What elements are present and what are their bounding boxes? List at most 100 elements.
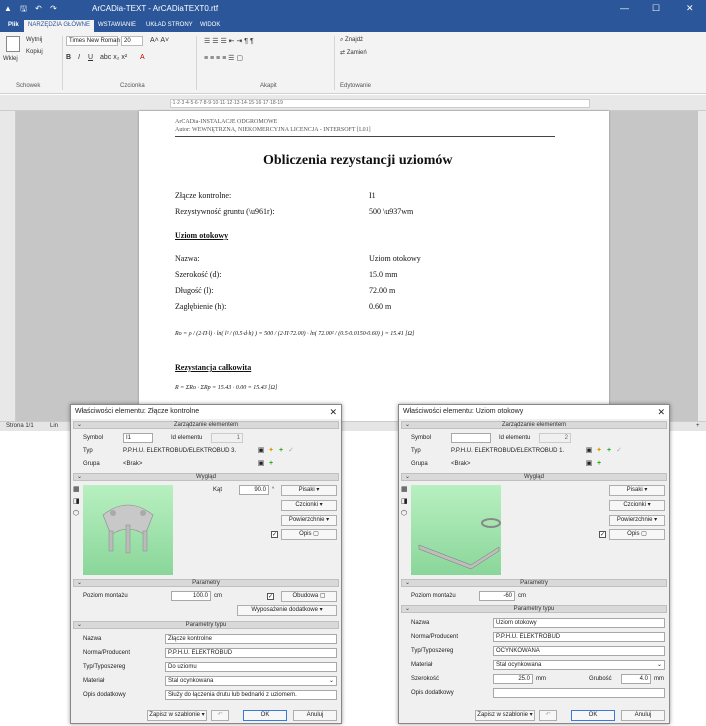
check-icon[interactable]: ✓ <box>615 447 623 455</box>
angle-input[interactable]: 90.0 <box>239 485 269 495</box>
section-view[interactable]: ⌄ Wygląd <box>73 473 339 481</box>
add-icon[interactable]: + <box>277 447 285 455</box>
paste-button[interactable]: Wklej <box>3 56 18 62</box>
ok-button[interactable]: OK <box>243 710 287 721</box>
type-series-input[interactable]: Do uziomu <box>165 662 337 672</box>
description-button[interactable]: Opis ▢ <box>281 529 337 540</box>
tab-home[interactable]: NARZĘDZIA GŁÓWNE <box>24 20 95 32</box>
tab-view[interactable]: WIDOK <box>196 20 224 32</box>
norm-input[interactable]: P.P.H.U. ELEKTROBUD <box>165 648 337 658</box>
equipment-dropdown[interactable]: Wyposażenie dodatkowe ▾ <box>237 605 337 616</box>
undo-button[interactable]: ↶ <box>211 710 229 721</box>
lightbulb-icon[interactable]: ✦ <box>595 447 603 455</box>
doc-row-value: 72.00 m <box>369 286 396 295</box>
tab-insert[interactable]: WSTAWIANIE <box>94 20 140 32</box>
section-parameters[interactable]: ⌄ Parametry <box>401 579 667 587</box>
catalog-icon[interactable]: ▣ <box>585 447 593 455</box>
view-3d-icon[interactable]: ▦ <box>73 485 81 493</box>
fonts-dropdown[interactable]: Czcionki ▾ <box>281 500 337 511</box>
tab-layout[interactable]: UKŁAD STRONY <box>142 20 197 32</box>
section-type-parameters[interactable]: ⌄ Parametry typu <box>73 621 339 629</box>
section-parameters[interactable]: ⌄ Parametry <box>73 579 339 587</box>
catalog-icon[interactable]: ▣ <box>585 460 593 468</box>
surfaces-dropdown[interactable]: Powierzchnie ▾ <box>609 515 665 526</box>
font-name-select[interactable]: Times New Roman <box>66 36 120 46</box>
strike-subscript-icon[interactable]: abc x₂ x² <box>100 54 127 61</box>
pens-dropdown[interactable]: Pisaki ▾ <box>609 485 665 496</box>
font-grow-icon[interactable]: A˄ A˅ <box>150 37 169 44</box>
vertical-ruler[interactable] <box>0 111 16 421</box>
width-input[interactable]: 25.0 <box>493 674 533 684</box>
section-management[interactable]: ⌄ Zarządzanie elementem <box>401 421 667 429</box>
font-color-icon[interactable]: A <box>140 54 145 61</box>
minimize-button[interactable]: — <box>620 3 629 13</box>
dialog-close-button[interactable]: ✕ <box>329 407 337 418</box>
description-checkbox[interactable]: ✓ <box>599 531 606 538</box>
copy-button[interactable]: Kopiuj <box>26 49 43 55</box>
ok-button[interactable]: OK <box>571 710 615 721</box>
name-input[interactable]: Złącze kontrolne <box>165 634 337 644</box>
add-icon[interactable]: + <box>595 460 603 468</box>
paste-icon[interactable] <box>6 36 20 52</box>
material-select[interactable]: Stal ocynkowana ⌄ <box>493 660 665 670</box>
extra-description-input[interactable]: Służy do łączenia drutu lub bednarki z u… <box>165 690 337 700</box>
symbol-input[interactable]: I1 <box>123 433 153 443</box>
find-button[interactable]: ⌕ Znajdź <box>340 37 363 44</box>
view-2d-icon[interactable]: ◨ <box>73 497 81 505</box>
surfaces-dropdown[interactable]: Powierzchnie ▾ <box>281 515 337 526</box>
align-icons[interactable]: ≡ ≡ ≡ ≡ ☰ ▢ <box>204 54 243 62</box>
close-button[interactable]: ✕ <box>686 3 694 14</box>
fonts-dropdown[interactable]: Czcionki ▾ <box>609 500 665 511</box>
save-template-dropdown[interactable]: Zapisz w szablonie ▾ <box>147 710 207 721</box>
vertical-scrollbar[interactable] <box>698 111 706 421</box>
view-2d-icon[interactable]: ◨ <box>401 497 409 505</box>
earth-ring-preview-image <box>418 518 501 570</box>
mount-level-input[interactable]: 100.0 <box>171 591 211 601</box>
dialog-close-button[interactable]: ✕ <box>657 407 665 418</box>
quick-access-toolbar[interactable]: ▲ 🖫 ↶ ↷ <box>4 3 60 17</box>
add-icon[interactable]: + <box>267 460 275 468</box>
extra-description-input[interactable] <box>493 688 665 698</box>
save-template-dropdown[interactable]: Zapisz w szablonie ▾ <box>475 710 535 721</box>
norm-input[interactable]: P.P.H.U. ELEKTROBUD <box>493 632 665 642</box>
maximize-button[interactable]: ☐ <box>652 3 660 14</box>
underline-icon[interactable]: U <box>88 54 93 61</box>
tab-file[interactable]: Plik <box>4 20 23 32</box>
description-checkbox[interactable]: ✓ <box>271 531 278 538</box>
check-icon[interactable]: ✓ <box>287 447 295 455</box>
chevron-down-icon: ⌄ <box>77 474 83 480</box>
section-view[interactable]: ⌄ Wygląd <box>401 473 667 481</box>
view-box-icon[interactable]: ⬡ <box>73 509 81 517</box>
lightbulb-icon[interactable]: ✦ <box>267 447 275 455</box>
undo-button[interactable]: ↶ <box>539 710 557 721</box>
replace-button[interactable]: ⇄ Zamień <box>340 49 367 56</box>
name-input[interactable]: Uziom otokowy <box>493 618 665 628</box>
add-icon[interactable]: + <box>605 447 613 455</box>
thickness-input[interactable]: 4.0 <box>621 674 651 684</box>
section-type-parameters[interactable]: ⌄ Parametry typu <box>401 605 667 613</box>
view-3d-icon[interactable]: ▦ <box>401 485 409 493</box>
mount-level-input[interactable]: -60 <box>479 591 515 601</box>
catalog-icon[interactable]: ▣ <box>257 447 265 455</box>
cancel-button[interactable]: Anuluj <box>293 710 337 721</box>
document-page[interactable]: ArCADia-INSTALACJE ODGROMOWE Autor: WEWN… <box>139 111 609 421</box>
font-size-select[interactable]: 20 <box>121 36 143 46</box>
italic-icon[interactable]: I <box>78 54 80 61</box>
material-select[interactable]: Stal ocynkowana ⌄ <box>165 676 337 686</box>
section-management[interactable]: ⌄ Zarządzanie elementem <box>73 421 339 429</box>
description-button[interactable]: Opis ▢ <box>609 529 665 540</box>
type-series-input[interactable]: OCYNKOWANA <box>493 646 665 656</box>
housing-checkbox[interactable]: ✓ <box>267 593 274 600</box>
cut-button[interactable]: Wytnij <box>26 37 42 43</box>
catalog-icon[interactable]: ▣ <box>257 460 265 468</box>
view-box-icon[interactable]: ⬡ <box>401 509 409 517</box>
housing-button[interactable]: Obudowa ▢ <box>281 591 337 602</box>
horizontal-ruler[interactable]: ·1·2·3·4·5·6·7·8·9·10·11·12·13·14·15·16·… <box>0 95 706 111</box>
pens-dropdown[interactable]: Pisaki ▾ <box>281 485 337 496</box>
cancel-button[interactable]: Anuluj <box>621 710 665 721</box>
list-icons[interactable]: ☰ ☰ ☰ ⇤ ⇥ ¶ ¶ <box>204 37 254 45</box>
zoom-in-button[interactable]: + <box>696 423 700 429</box>
symbol-input[interactable] <box>451 433 491 443</box>
doc-row-label: Szerokość (d): <box>175 270 222 279</box>
bold-icon[interactable]: B <box>66 54 71 61</box>
